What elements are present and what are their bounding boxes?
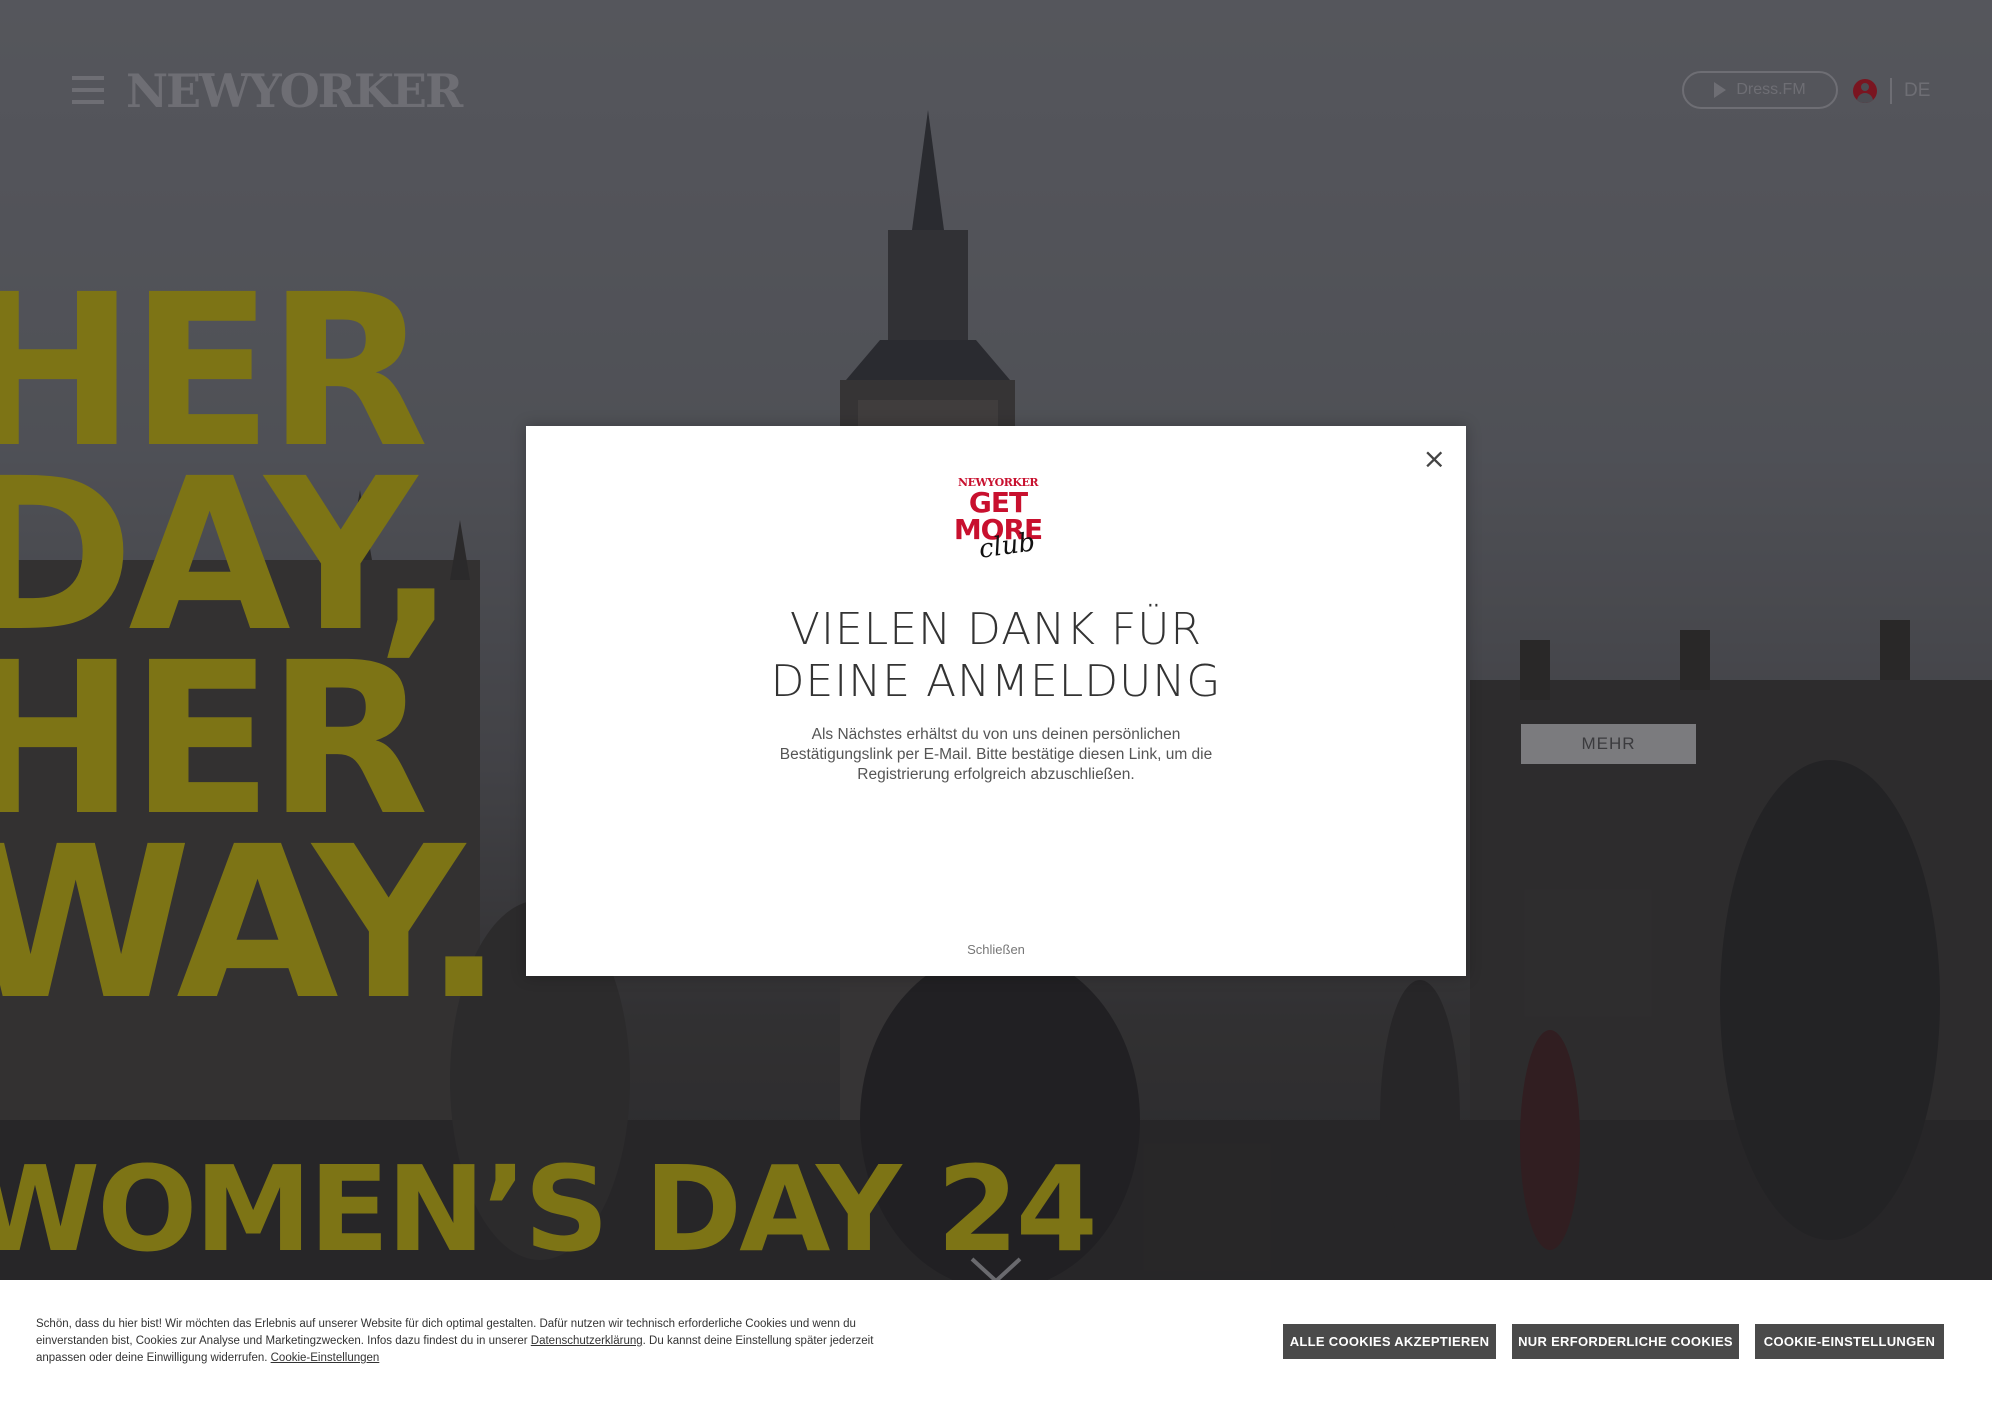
cookie-settings-link[interactable]: Cookie-Einstellungen	[271, 1352, 380, 1364]
club-logo-get: GET	[968, 486, 1028, 519]
cookie-notice-text: Schön, dass du hier bist! Wir möchten da…	[36, 1316, 916, 1367]
hero-subline: WOMEN’S DAY 24	[0, 1140, 1098, 1278]
modal-close-link[interactable]: Schließen	[526, 942, 1466, 957]
dress-fm-label: Dress.FM	[1736, 81, 1806, 98]
cookie-consent-bar: Schön, dass du hier bist! Wir möchten da…	[0, 1280, 1992, 1403]
newyorker-logo[interactable]: NEWYORKER	[126, 64, 463, 118]
site-header: NEWYORKER Dress.FM DE	[0, 0, 1992, 180]
registration-confirmation-modal: × NEWYORKER GET MORE club VIELEN DANK FÜ…	[526, 426, 1466, 976]
scroll-down-chevron-icon[interactable]	[968, 1255, 1024, 1280]
get-more-club-logo: NEWYORKER GET MORE club	[943, 476, 1053, 586]
accept-all-cookies-button[interactable]: ALLE COOKIES AKZEPTIEREN	[1283, 1324, 1496, 1359]
modal-title-line: DEINE ANMELDUNG	[770, 656, 1222, 707]
play-icon	[1714, 82, 1727, 98]
hero-headline: HER DAY, HER WAY.	[0, 267, 504, 1046]
privacy-policy-link[interactable]: Datenschutzerklärung	[531, 1335, 643, 1347]
hamburger-menu-icon[interactable]	[72, 76, 104, 104]
necessary-cookies-only-button[interactable]: NUR ERFORDERLICHE COOKIES	[1512, 1324, 1739, 1359]
user-account-icon[interactable]	[1853, 79, 1877, 103]
close-icon[interactable]: ×	[1423, 442, 1446, 475]
modal-title: VIELEN DANK FÜR DEINE ANMELDUNG	[526, 604, 1466, 708]
modal-body-text: Als Nächstes erhältst du von uns deinen …	[779, 726, 1213, 783]
header-divider	[1890, 78, 1892, 104]
language-selector[interactable]: DE	[1904, 80, 1930, 102]
more-button[interactable]: MEHR	[1521, 724, 1696, 764]
cookie-settings-button[interactable]: COOKIE-EINSTELLUNGEN	[1755, 1324, 1944, 1359]
dress-fm-button[interactable]: Dress.FM	[1682, 71, 1838, 109]
hero-headline-line: WAY.	[0, 801, 504, 1046]
modal-title-line: VIELEN DANK FÜR	[789, 604, 1203, 655]
